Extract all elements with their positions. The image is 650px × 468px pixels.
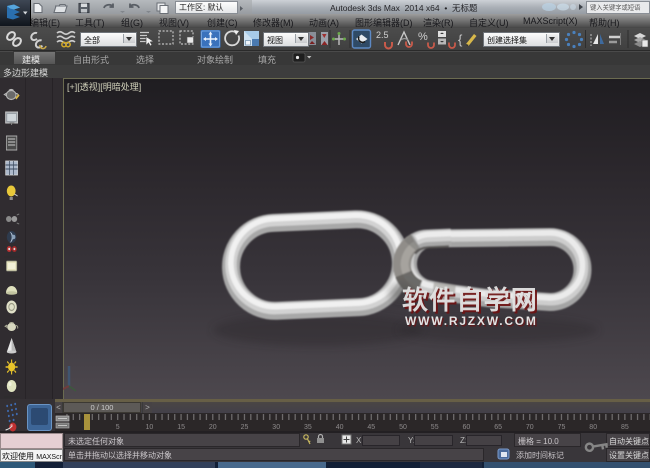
svg-text:15: 15 (177, 424, 185, 431)
svg-text:70: 70 (526, 424, 534, 431)
svg-text:55: 55 (431, 424, 439, 431)
svg-text:50: 50 (399, 424, 407, 431)
svg-text:40: 40 (336, 424, 344, 431)
svg-text:60: 60 (463, 424, 471, 431)
svg-text:5: 5 (116, 424, 120, 431)
svg-text:35: 35 (304, 424, 312, 431)
svg-text:30: 30 (272, 424, 280, 431)
svg-text:85: 85 (621, 424, 629, 431)
svg-text:20: 20 (209, 424, 217, 431)
svg-text:65: 65 (494, 424, 502, 431)
svg-text:10: 10 (146, 424, 154, 431)
svg-text:75: 75 (558, 424, 566, 431)
svg-text:{: { (458, 32, 463, 47)
svg-text:45: 45 (367, 424, 375, 431)
svg-text:%: % (418, 31, 428, 43)
svg-text:2.5: 2.5 (376, 30, 389, 40)
svg-text:25: 25 (241, 424, 249, 431)
svg-text:80: 80 (589, 424, 597, 431)
